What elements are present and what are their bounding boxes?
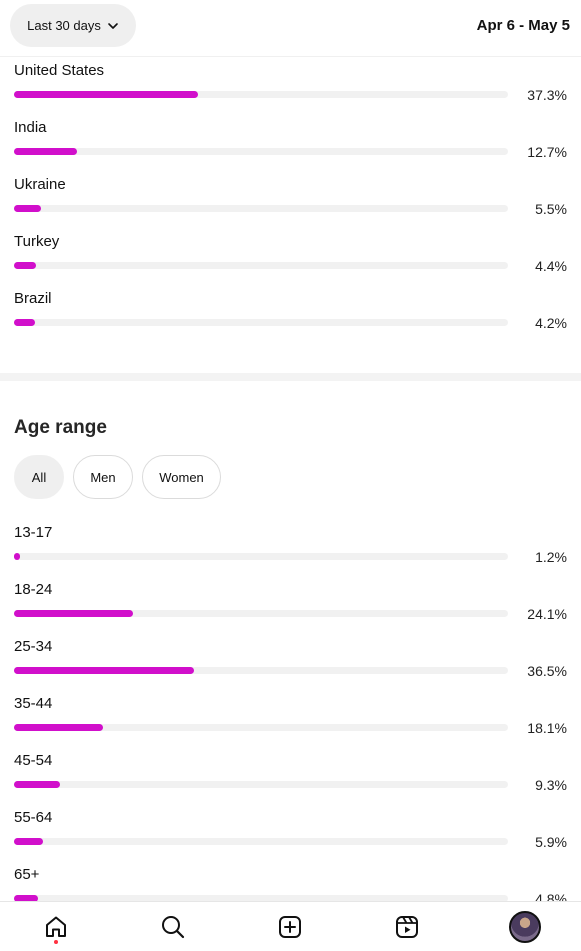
date-range-text: Apr 6 - May 5 [476, 17, 570, 34]
age-label: 55-64 [14, 809, 53, 826]
top-bar: Last 30 days Apr 6 - May 5 [0, 0, 581, 57]
age-label: 18-24 [14, 581, 53, 598]
age-label: 45-54 [14, 752, 53, 769]
age-percent: 5.9% [535, 834, 567, 850]
home-icon [46, 916, 66, 937]
age-bar-track [14, 838, 508, 845]
age-bar-track [14, 724, 508, 731]
country-bar-track [14, 91, 508, 98]
age-label: 25-34 [14, 638, 53, 655]
age-bar-track [14, 610, 508, 617]
age-bar-fill [14, 781, 60, 788]
country-label: Ukraine [14, 176, 66, 193]
country-label: United States [14, 62, 105, 79]
country-percent: 4.2% [535, 315, 567, 331]
country-bar-track [14, 262, 508, 269]
age-label: 13-17 [14, 524, 53, 541]
country-percent: 4.4% [535, 258, 567, 274]
date-range-dropdown-label: Last 30 days [27, 18, 101, 33]
age-percent: 24.1% [527, 606, 567, 622]
age-bar-fill [14, 553, 20, 560]
nav-reels[interactable] [393, 913, 421, 941]
age-label: 35-44 [14, 695, 53, 712]
country-label: India [14, 119, 47, 136]
country-percent: 12.7% [527, 144, 567, 160]
country-row-india: India 12.7% [14, 119, 567, 167]
age-row-55-64: 55-64 5.9% [14, 809, 567, 857]
age-bar-track [14, 667, 508, 674]
age-row-35-44: 35-44 18.1% [14, 695, 567, 743]
reels-icon [396, 916, 418, 938]
filter-chip-men[interactable]: Men [73, 455, 133, 499]
age-percent: 18.1% [527, 720, 567, 736]
country-bar-fill [14, 91, 199, 98]
country-percent: 5.5% [535, 201, 567, 217]
age-bar-track [14, 781, 508, 788]
country-row-brazil: Brazil 4.2% [14, 290, 567, 338]
country-percent: 37.3% [527, 87, 567, 103]
age-row-45-54: 45-54 9.3% [14, 752, 567, 800]
country-row-ukraine: Ukraine 5.5% [14, 176, 567, 224]
country-bar-fill [14, 262, 36, 269]
country-bar-track [14, 205, 508, 212]
section-divider [0, 373, 581, 381]
nav-create[interactable] [276, 913, 304, 941]
age-bar-fill [14, 610, 134, 617]
country-label: Brazil [14, 290, 52, 307]
age-bar-fill [14, 838, 44, 845]
country-bar-fill [14, 205, 42, 212]
profile-avatar[interactable] [509, 911, 541, 943]
age-label: 65+ [14, 866, 40, 883]
bottom-nav [0, 901, 581, 951]
country-row-turkey: Turkey 4.4% [14, 233, 567, 281]
create-icon [279, 916, 301, 938]
notification-dot [54, 940, 58, 944]
search-icon [162, 916, 185, 939]
nav-home[interactable] [42, 913, 70, 941]
chevron-down-icon [108, 22, 118, 29]
country-label: Turkey [14, 233, 60, 250]
age-row-25-34: 25-34 36.5% [14, 638, 567, 686]
country-bar-fill [14, 148, 77, 155]
age-bar-fill [14, 667, 195, 674]
age-percent: 36.5% [527, 663, 567, 679]
date-range-dropdown[interactable]: Last 30 days [10, 4, 136, 47]
age-percent: 9.3% [535, 777, 567, 793]
age-row-13-17: 13-17 1.2% [14, 524, 567, 572]
nav-search[interactable] [159, 913, 187, 941]
country-bar-track [14, 148, 508, 155]
age-bar-track [14, 553, 508, 560]
filter-chip-all[interactable]: All [14, 455, 64, 499]
age-bar-fill [14, 724, 104, 731]
country-row-united-states: United States 37.3% [14, 62, 567, 110]
country-bar-track [14, 319, 508, 326]
age-row-18-24: 18-24 24.1% [14, 581, 567, 629]
country-bar-fill [14, 319, 35, 326]
age-range-title: Age range [14, 417, 107, 438]
age-percent: 1.2% [535, 549, 567, 565]
filter-chip-women[interactable]: Women [142, 455, 221, 499]
